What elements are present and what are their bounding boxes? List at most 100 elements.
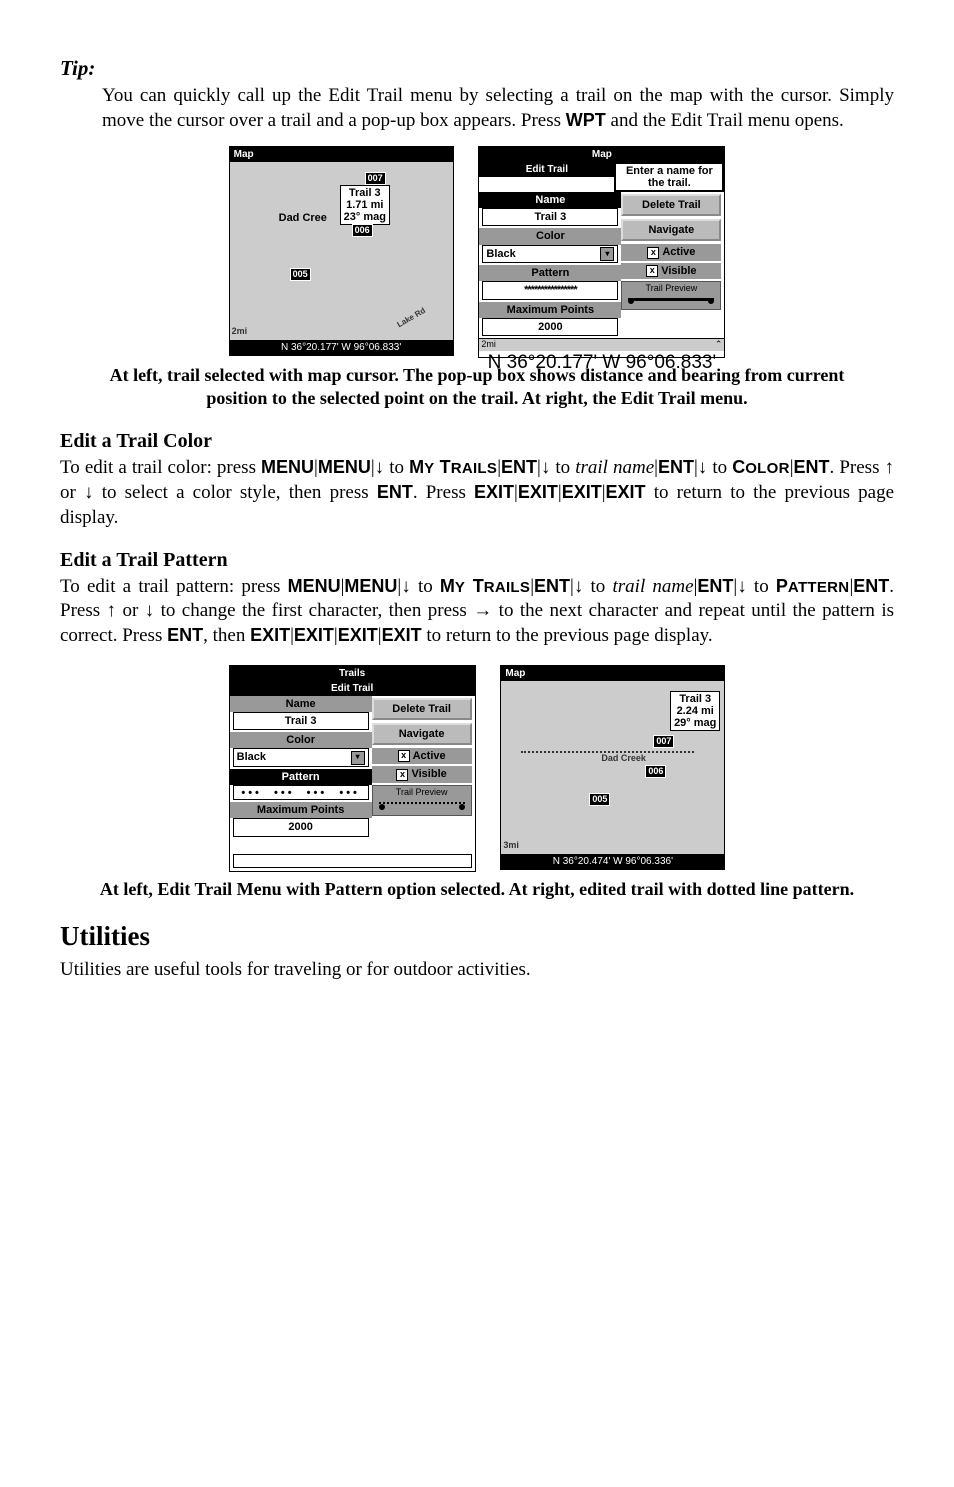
- pattern-label: Pattern: [479, 265, 621, 281]
- utilities-body: Utilities are useful tools for traveling…: [60, 958, 894, 983]
- delete-trail-button[interactable]: Delete Trail: [621, 194, 721, 216]
- edit-color-para: To edit a trail color: press MENU|MENU|↓…: [60, 456, 894, 530]
- fig1-right-title: Map: [479, 147, 724, 162]
- fig1-right-overlay-title: Edit Trail: [479, 162, 614, 177]
- fig2-right-map: Trail 3 2.24 mi 29° mag 007 Dad Creek 00…: [501, 681, 724, 854]
- fig1-left-status: N 36°20.177' W 96°06.833': [230, 340, 453, 355]
- k: OLOR: [745, 460, 790, 477]
- k: C: [732, 457, 745, 477]
- k-ent4: ENT: [377, 482, 413, 502]
- k-menu2: MENU: [344, 576, 397, 596]
- label-dadcreek: Dad Creek: [601, 753, 646, 765]
- tip-body: You can quickly call up the Edit Trail m…: [102, 84, 894, 133]
- tip-key-wpt: WPT: [566, 110, 606, 130]
- t: to change the first character, then pres…: [154, 600, 473, 621]
- trail-preview: Trail Preview: [372, 785, 472, 817]
- t: to: [550, 457, 575, 478]
- down-arrow-icon: ↓: [84, 482, 94, 503]
- wp-006: 006: [645, 765, 666, 779]
- k-exit4: EXIT: [382, 625, 422, 645]
- navigate-button[interactable]: Navigate: [372, 723, 472, 745]
- pattern-field[interactable]: ****************: [482, 281, 618, 299]
- figure-1: Map 007 Trail 3 1.71 mi Dad Cree23° mag …: [60, 146, 894, 358]
- k-ent2: ENT: [658, 457, 694, 477]
- tip-post: and the Edit Trail menu opens.: [606, 110, 844, 131]
- visible-checkbox[interactable]: xVisible: [372, 766, 472, 782]
- color-field[interactable]: Black ▾: [482, 245, 618, 263]
- pattern-field-dotted[interactable]: ••• ••• ••• •••: [233, 785, 369, 800]
- trail-name: trail name: [575, 457, 654, 478]
- t: to: [384, 457, 409, 478]
- navigate-button[interactable]: Navigate: [621, 219, 721, 241]
- popup-l3: 29° mag: [674, 717, 716, 729]
- k: T: [465, 576, 483, 596]
- maxpts-label: Maximum Points: [230, 802, 372, 818]
- wp-006: 006: [352, 224, 373, 238]
- maxpts-field[interactable]: 2000: [233, 818, 369, 836]
- lake-rd: Lake Rd: [395, 306, 427, 331]
- t: . Press: [413, 482, 474, 503]
- color-field[interactable]: Black▾: [233, 748, 369, 766]
- visible-checkbox[interactable]: xVisible: [621, 263, 721, 279]
- fig1-left-title: Map: [230, 147, 453, 162]
- fig1-right-scale: 2mi⌃: [479, 338, 724, 351]
- t: , then: [203, 625, 250, 646]
- name-field[interactable]: Trail 3: [482, 208, 618, 226]
- name-label: Name: [230, 696, 372, 712]
- fig2-right: Map Trail 3 2.24 mi 29° mag 007 Dad Cree…: [500, 665, 725, 870]
- t: to return to the previous page display.: [422, 625, 713, 646]
- popup-l1: Trail 3: [679, 693, 711, 705]
- label-dadcreek: Dad Cree: [279, 212, 327, 224]
- maxpts-label: Maximum Points: [479, 302, 621, 318]
- down-arrow-icon: ↓: [401, 576, 411, 597]
- k: Y: [455, 579, 465, 596]
- name-label: Name: [479, 192, 621, 208]
- fig2-left-footer[interactable]: [233, 854, 472, 868]
- color-label: Color: [479, 228, 621, 244]
- t: to select a color style, then press: [94, 482, 377, 503]
- pattern-label-selected: Pattern: [230, 769, 372, 785]
- down-arrow-icon: ↓: [375, 457, 385, 478]
- chevron-down-icon[interactable]: ▾: [600, 247, 614, 261]
- wp-007: 007: [365, 172, 386, 186]
- up-arrow-icon: ↑: [885, 457, 895, 478]
- down-arrow-icon: ↓: [145, 600, 155, 621]
- k: M: [440, 576, 455, 596]
- k: RAILS: [451, 460, 498, 477]
- t: to: [747, 576, 776, 597]
- active-label: Active: [662, 246, 695, 258]
- k: T: [434, 457, 450, 477]
- wp-005: 005: [589, 793, 610, 807]
- k-ent1: ENT: [501, 457, 537, 477]
- color-value: Black: [486, 247, 515, 261]
- visible-label: Visible: [411, 768, 446, 780]
- scale-2mi-l: 2mi: [232, 326, 248, 338]
- k-ent4: ENT: [167, 625, 203, 645]
- t: To edit a trail pattern: press: [60, 576, 288, 597]
- visible-label: Visible: [661, 265, 696, 277]
- active-checkbox[interactable]: xActive: [621, 244, 721, 260]
- k: ATTERN: [788, 579, 850, 596]
- k-exit1: EXIT: [474, 482, 514, 502]
- scale-3mi: 3mi: [503, 840, 519, 852]
- active-checkbox[interactable]: xActive: [372, 748, 472, 764]
- t: or: [60, 482, 84, 503]
- down-arrow-icon: ↓: [541, 457, 551, 478]
- k-exit3: EXIT: [562, 482, 602, 502]
- maxpts-field[interactable]: 2000: [482, 318, 618, 336]
- popup-l1: Trail 3: [349, 187, 381, 199]
- k-ent3: ENT: [794, 457, 830, 477]
- fig1-left-map: 007 Trail 3 1.71 mi Dad Cree23° mag 006 …: [230, 162, 453, 340]
- scale-2mi-r: 2mi: [481, 339, 496, 351]
- name-field[interactable]: Trail 3: [233, 712, 369, 730]
- delete-trail-button[interactable]: Delete Trail: [372, 698, 472, 720]
- k-exit4: EXIT: [606, 482, 646, 502]
- fig1-right: Map Edit Trail Enter a name for the trai…: [478, 146, 725, 358]
- k-menu2: MENU: [318, 457, 371, 477]
- right-arrow-icon: →: [473, 600, 492, 621]
- fig2-left: Trails Edit Trail Name Trail 3 Color Bla…: [229, 665, 476, 872]
- chevron-down-icon[interactable]: ▾: [351, 751, 365, 765]
- k-exit1: EXIT: [250, 625, 290, 645]
- fig1-left: Map 007 Trail 3 1.71 mi Dad Cree23° mag …: [229, 146, 454, 356]
- k-ent2: ENT: [697, 576, 733, 596]
